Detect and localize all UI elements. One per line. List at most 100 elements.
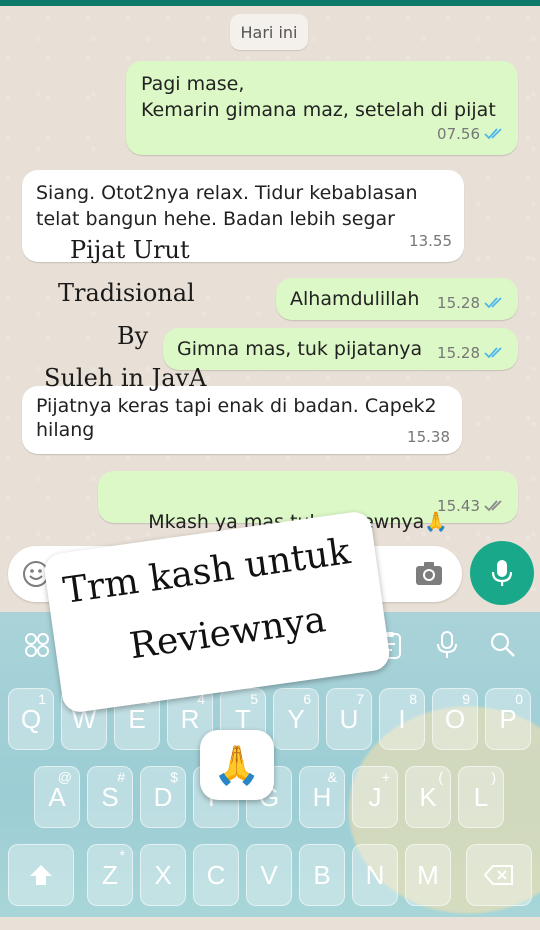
key-hint: 9 <box>462 691 470 707</box>
message-time: 15.43 <box>437 497 480 515</box>
key-b[interactable]: B <box>299 844 345 906</box>
key-v[interactable]: V <box>246 844 292 906</box>
key-hint: 0 <box>515 691 523 707</box>
key-hint: @ <box>57 769 72 785</box>
key-label: R <box>180 703 200 734</box>
key-label: K <box>419 781 437 812</box>
key-label: O <box>444 703 466 734</box>
key-hint: * <box>119 847 125 863</box>
message-bubble-out[interactable]: Pagi mase, Kemarin gimana maz, setelah d… <box>126 61 518 155</box>
mic-icon <box>491 560 513 586</box>
read-ticks-icon <box>484 297 502 309</box>
message-time: 13.55 <box>409 232 452 250</box>
message-meta: 07.56 <box>437 121 506 147</box>
read-ticks-icon <box>484 128 502 140</box>
key-x[interactable]: X <box>140 844 186 906</box>
mic-button[interactable] <box>470 541 534 605</box>
key-label: Z <box>102 859 118 890</box>
key-c[interactable]: C <box>193 844 239 906</box>
message-time: 15.28 <box>437 294 480 312</box>
key-label: J <box>368 781 382 812</box>
message-time: 15.28 <box>437 344 480 362</box>
key-label: I <box>398 703 406 734</box>
overlay-text-line3: By <box>117 322 149 350</box>
key-hint: $ <box>170 769 178 785</box>
key-label: D <box>153 781 173 812</box>
message-bubble-out[interactable]: Gimna mas, tuk pijatanya 15.28 <box>163 328 518 370</box>
message-text: Gimna mas, tuk pijatanya <box>177 338 423 360</box>
message-bubble-out[interactable]: Mkash ya mas tuk reviewnya🙏 15.43 <box>98 471 518 533</box>
key-m[interactable]: M <box>405 844 451 906</box>
key-i[interactable]: 8I <box>379 688 425 750</box>
key-label: S <box>101 781 119 812</box>
key-label: L <box>473 781 489 812</box>
message-text: Pijatnya keras tapi enak di badan. Capek… <box>36 395 437 441</box>
message-bubble-in[interactable]: Pijatnya keras tapi enak di badan. Capek… <box>22 386 462 454</box>
camera-icon[interactable] <box>414 560 444 588</box>
message-meta: 15.28 <box>437 340 506 366</box>
key-label: M <box>417 859 439 890</box>
key-p[interactable]: 0P <box>485 688 531 750</box>
key-label: C <box>206 859 226 890</box>
keyboard-menu-icon[interactable] <box>20 628 54 662</box>
overlay-text-line1: Pijat Urut <box>70 236 190 264</box>
message-text: Alhamdulillah <box>290 288 420 310</box>
key-label: V <box>260 859 278 890</box>
overlay-text-line2: Tradisional <box>58 279 195 307</box>
key-h[interactable]: & H <box>299 766 345 828</box>
message-time: 15.38 <box>407 428 450 446</box>
key-n[interactable]: N <box>352 844 398 906</box>
key-y[interactable]: 6Y <box>273 688 319 750</box>
chat-area[interactable]: Hari ini Pagi mase, Kemarin gimana maz, … <box>0 6 540 612</box>
key-label: Q <box>20 703 42 734</box>
key-hint: 5 <box>250 691 258 707</box>
key-hint: + <box>381 769 390 785</box>
message-text: Pagi mase, Kemarin gimana maz, setelah d… <box>141 73 496 121</box>
key-j[interactable]: + J <box>352 766 398 828</box>
key-hint: 1 <box>38 691 46 707</box>
key-s[interactable]: # S <box>87 766 133 828</box>
key-label: U <box>339 703 359 734</box>
sticker-line2: Reviewnya <box>127 599 329 668</box>
key-label: E <box>128 703 146 734</box>
message-meta: 15.43 <box>437 493 506 519</box>
key-q[interactable]: 1Q <box>8 688 54 750</box>
message-meta: 15.28 <box>437 290 506 316</box>
key-label: Y <box>287 703 305 734</box>
key-hint: 8 <box>409 691 417 707</box>
message-time: 07.56 <box>437 125 480 143</box>
key-label: H <box>312 781 332 812</box>
search-icon[interactable] <box>486 628 520 662</box>
key-hint: 7 <box>356 691 364 707</box>
key-label: B <box>313 859 331 890</box>
shift-arrow-icon <box>30 865 52 885</box>
date-divider: Hari ini <box>230 14 308 50</box>
key-hint: 6 <box>303 691 311 707</box>
key-u[interactable]: 7U <box>326 688 372 750</box>
delivered-ticks-icon <box>484 500 502 512</box>
overlay-text-line4: Suleh in JavA <box>44 364 207 392</box>
backspace-key[interactable] <box>466 844 532 906</box>
key-label: A <box>48 781 66 812</box>
voice-input-icon[interactable] <box>430 628 464 662</box>
backspace-icon <box>483 865 513 885</box>
key-hint: # <box>117 769 125 785</box>
message-meta: 13.55 <box>409 228 452 254</box>
message-meta: 15.38 <box>407 424 450 450</box>
key-hint: ) <box>491 769 496 785</box>
shift-key[interactable] <box>8 844 74 906</box>
key-o[interactable]: 9O <box>432 688 478 750</box>
praying-hands-emoji: 🙏 <box>213 742 261 787</box>
key-z[interactable]: * Z <box>87 844 133 906</box>
key-l[interactable]: ) L <box>458 766 504 828</box>
key-label: X <box>154 859 172 890</box>
key-hint: ( <box>438 769 443 785</box>
message-bubble-out[interactable]: Alhamdulillah 15.28 <box>276 278 518 320</box>
key-label: N <box>365 859 385 890</box>
key-d[interactable]: $ D <box>140 766 186 828</box>
message-text: Siang. Otot2nya relax. Tidur kebablasan … <box>36 182 418 230</box>
key-a[interactable]: @ A <box>34 766 80 828</box>
key-k[interactable]: (K <box>405 766 451 828</box>
praying-hands-sticker: 🙏 <box>200 730 274 800</box>
key-hint: & <box>327 769 337 785</box>
